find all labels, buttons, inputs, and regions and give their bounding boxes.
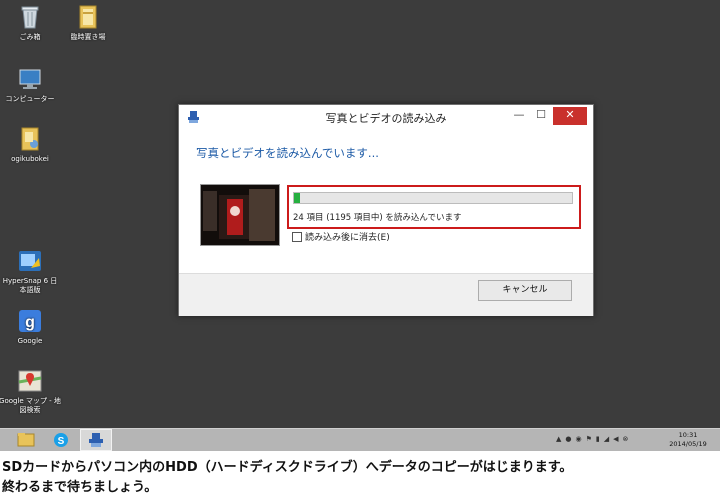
- minimize-button[interactable]: —: [509, 107, 529, 125]
- svg-text:S: S: [58, 436, 65, 447]
- import-heading: 写真とビデオを読み込んでいます...: [196, 146, 379, 160]
- hypersnap-icon: [17, 248, 43, 274]
- ime-icon[interactable]: ⊗: [623, 435, 629, 443]
- google-maps-icon: [17, 368, 43, 394]
- desktop-icon-ogikubokei[interactable]: ogikubokei: [0, 126, 62, 164]
- network-icon[interactable]: ◢: [604, 435, 609, 443]
- clock-date: 2014/05/19: [669, 440, 707, 448]
- desktop-icon-temp-folder[interactable]: 臨時置き場: [56, 4, 120, 42]
- volume-icon[interactable]: ◀: [613, 435, 618, 443]
- device-icon[interactable]: ▮: [596, 435, 600, 443]
- recycle-bin-icon: [17, 4, 43, 30]
- dialog-titlebar[interactable]: 写真とビデオの読み込み — ☐ ✕: [179, 105, 593, 129]
- svg-text:g: g: [25, 314, 35, 331]
- folder-icon: [75, 4, 101, 30]
- taskbar-photo-import[interactable]: [80, 429, 112, 451]
- google-icon: g: [17, 308, 43, 334]
- import-dialog: 写真とビデオの読み込み — ☐ ✕ 写真とビデオを読み込んでいます... 24 …: [178, 104, 594, 316]
- close-button[interactable]: ✕: [553, 107, 587, 125]
- cancel-button[interactable]: キャンセル: [478, 280, 572, 301]
- desktop-icon-recycle-bin[interactable]: ごみ箱: [0, 4, 62, 42]
- security-icon[interactable]: ●: [565, 435, 571, 443]
- checkbox-box[interactable]: [292, 231, 302, 242]
- delete-after-import-checkbox[interactable]: 読み込み後に消去(E): [292, 230, 390, 243]
- taskbar-skype[interactable]: S: [45, 429, 77, 451]
- show-hidden-icons-icon[interactable]: ▲: [556, 435, 561, 443]
- progress-highlight: 24 項目 (1195 項目中) を読み込んでいます: [287, 185, 581, 229]
- desktop-icon-google-maps[interactable]: Google マップ - 地 図検索: [0, 368, 62, 415]
- maximize-button[interactable]: ☐: [531, 107, 551, 125]
- file-explorer-icon: [17, 433, 35, 447]
- progress-text: 24 項目 (1195 項目中) を読み込んでいます: [293, 213, 462, 223]
- progress-fill: [294, 193, 300, 203]
- flag-icon[interactable]: ⚑: [586, 435, 592, 443]
- caption: SDカードからパソコン内のHDD（ハードディスクドライブ）へデータのコピーがはじ…: [2, 458, 718, 498]
- desktop-icon-google[interactable]: g Google: [0, 308, 62, 346]
- user-folder-icon: [17, 126, 43, 152]
- computer-icon: [17, 66, 43, 92]
- desktop: ごみ箱 臨時置き場 コンピューター ogikubokei HyperSnap 6…: [0, 0, 720, 428]
- system-tray: ▲ ● ◉ ⚑ ▮ ◢ ◀ ⊗: [556, 435, 628, 443]
- taskbar-file-explorer[interactable]: [10, 429, 42, 451]
- taskbar: S ▲ ● ◉ ⚑ ▮ ◢ ◀ ⊗ 10:31 2014/05/19: [0, 428, 720, 451]
- caption-line-1: SDカードからパソコン内のHDD（ハードディスクドライブ）へデータのコピーがはじ…: [2, 460, 573, 475]
- taskbar-clock[interactable]: 10:31 2014/05/19: [664, 431, 712, 449]
- photo-thumbnail: [200, 184, 280, 246]
- caption-line-2: 終わるまで待ちましょう。: [2, 480, 158, 495]
- clock-time: 10:31: [678, 431, 698, 439]
- skype-icon: S: [54, 433, 68, 447]
- checkbox-label: 読み込み後に消去(E): [305, 233, 390, 243]
- desktop-icon-hypersnap[interactable]: HyperSnap 6 日 本語版: [0, 248, 62, 295]
- update-icon[interactable]: ◉: [576, 435, 582, 443]
- photo-import-icon: [89, 433, 103, 447]
- progress-bar: [293, 192, 573, 204]
- desktop-icon-computer[interactable]: コンピューター: [0, 66, 62, 104]
